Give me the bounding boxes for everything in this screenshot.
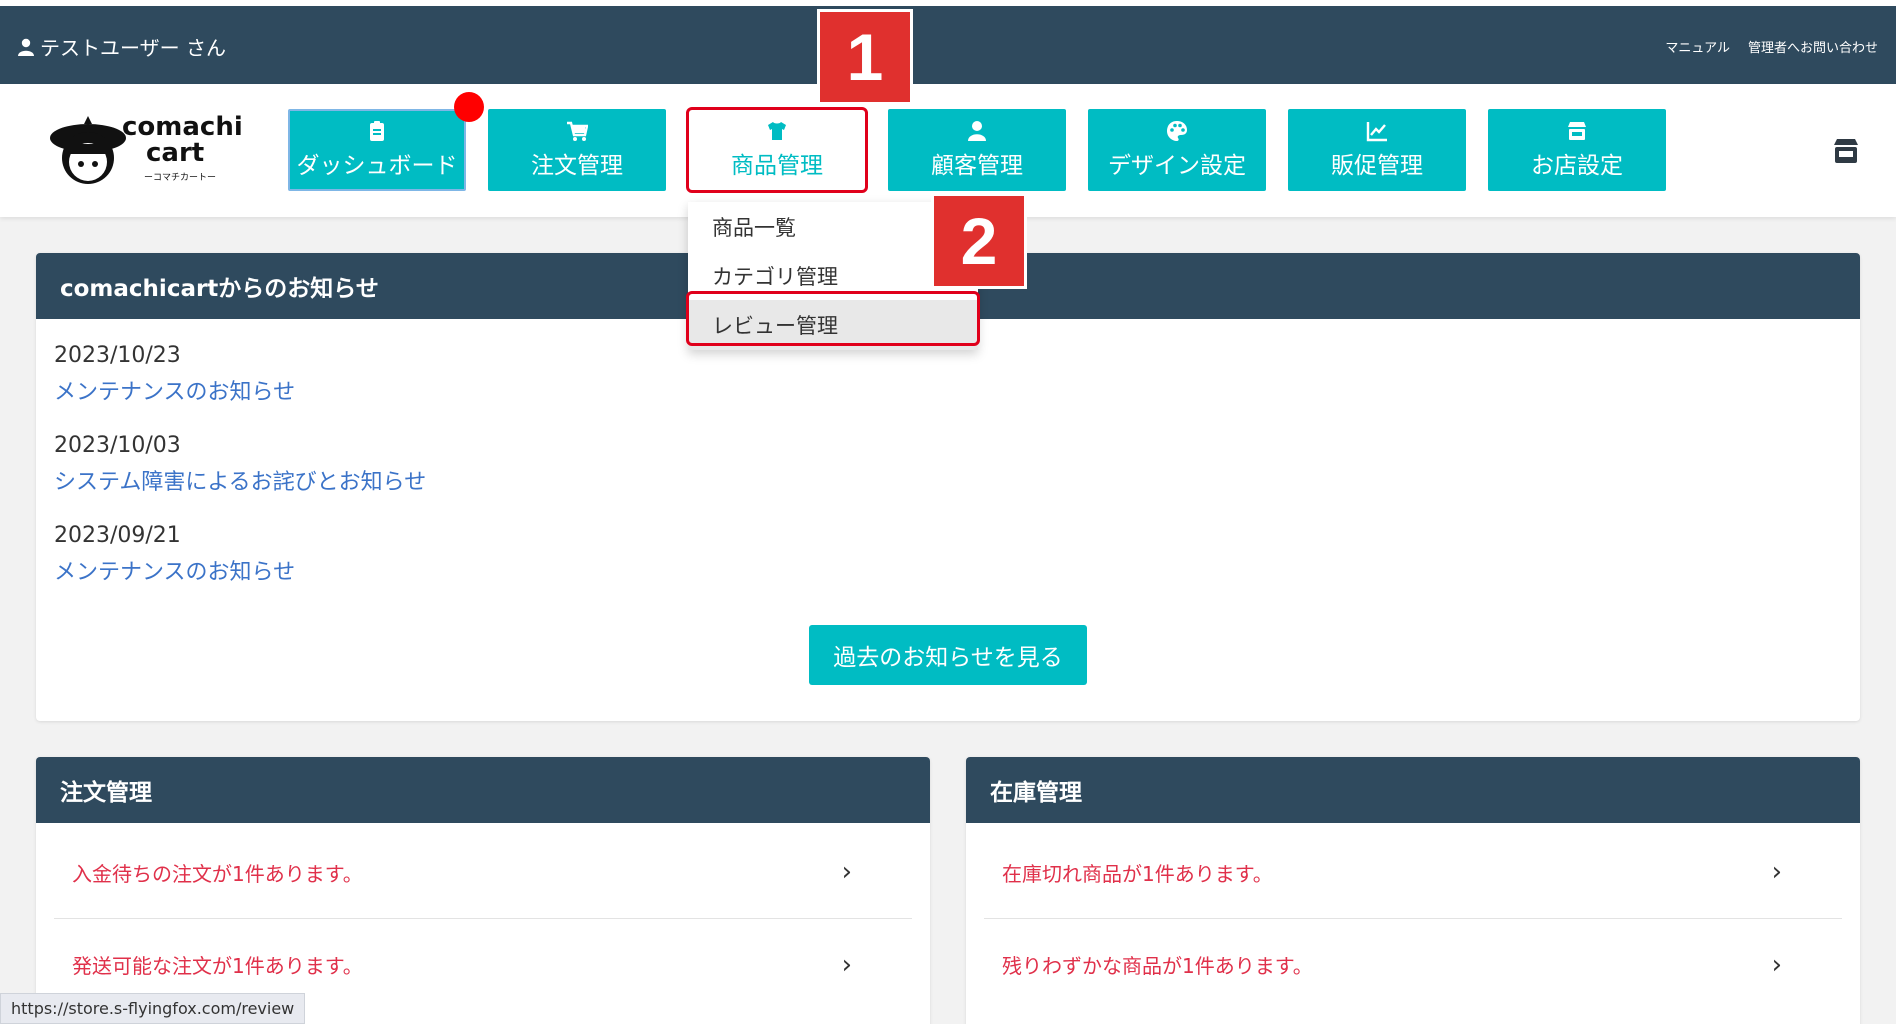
highlight-review xyxy=(686,291,980,346)
stock-row-out-of-stock[interactable]: 在庫切れ商品が1件あります。 › xyxy=(984,826,1842,918)
orders-row-awaiting-payment[interactable]: 入金待ちの注文が1件あります。 › xyxy=(54,826,912,918)
row-text: 発送可能な注文が1件あります。 xyxy=(72,954,363,978)
row-text: 残りわずかな商品が1件あります。 xyxy=(1002,954,1313,978)
orders-title: 注文管理 xyxy=(36,757,930,823)
nav-customers[interactable]: 顧客管理 xyxy=(888,109,1066,191)
notice-item: 2023/10/03 システム障害によるお詫びとお知らせ xyxy=(54,433,426,496)
row-text: 在庫切れ商品が1件あります。 xyxy=(1002,861,1273,886)
nav-dashboard-label: ダッシュボード xyxy=(296,153,458,179)
chevron-right-icon: › xyxy=(841,949,852,980)
store-icon[interactable] xyxy=(1832,137,1860,165)
past-notices-button[interactable]: 過去のお知らせを見る xyxy=(809,625,1087,685)
notice-date: 2023/10/23 xyxy=(54,343,181,368)
user-name: テストユーザー さん xyxy=(40,36,226,60)
chevron-right-icon: › xyxy=(1771,857,1782,887)
chevron-right-icon: › xyxy=(841,857,852,887)
status-url: https://store.s-flyingfox.com/review xyxy=(0,993,306,1024)
cart-icon xyxy=(567,121,588,141)
nav-orders-label: 注文管理 xyxy=(531,153,623,179)
person-icon xyxy=(968,121,986,141)
notice-link[interactable]: システム障害によるお詫びとお知らせ xyxy=(54,464,426,496)
nav-shop-settings[interactable]: お店設定 xyxy=(1488,109,1666,191)
chevron-right-icon: › xyxy=(1771,949,1782,980)
stock-card: 在庫管理 在庫切れ商品が1件あります。 › 残りわずかな商品が1件あります。 › xyxy=(966,757,1860,1024)
contact-admin-link[interactable]: 管理者へお問い合わせ xyxy=(1748,37,1878,56)
notice-item: 2023/10/23 メンテナンスのお知らせ xyxy=(54,343,295,406)
logo-text-2: cart xyxy=(146,138,205,168)
row-text: 入金待ちの注文が1件あります。 xyxy=(72,861,363,886)
manual-link[interactable]: マニュアル xyxy=(1665,37,1730,56)
store-icon xyxy=(1568,122,1586,140)
chart-line-icon xyxy=(1366,122,1387,142)
logo-face-icon xyxy=(50,116,126,184)
highlight-products xyxy=(686,107,868,193)
notice-date: 2023/09/21 xyxy=(54,523,181,548)
step-badge-1: 1 xyxy=(817,9,913,105)
notice-date: 2023/10/03 xyxy=(54,433,181,458)
step-badge-2: 2 xyxy=(931,193,1027,289)
nav-orders[interactable]: 注文管理 xyxy=(488,109,666,191)
top-bar: テストユーザー さん マニュアル 管理者へお問い合わせ xyxy=(0,6,1896,84)
logo-subtext: ーコマチカートー xyxy=(144,173,217,183)
notice-link[interactable]: メンテナンスのお知らせ xyxy=(54,374,295,406)
clipboard-icon xyxy=(370,121,384,141)
nav-design-label: デザイン設定 xyxy=(1108,153,1246,179)
orders-card: 注文管理 入金待ちの注文が1件あります。 › 発送可能な注文が1件あります。 › xyxy=(36,757,930,1024)
user-icon xyxy=(18,38,34,56)
nav-dashboard[interactable]: ダッシュボード xyxy=(288,109,466,191)
nav-promotion-label: 販促管理 xyxy=(1331,153,1423,179)
nav-design[interactable]: デザイン設定 xyxy=(1088,109,1266,191)
notification-dot xyxy=(454,92,484,122)
palette-icon xyxy=(1167,121,1187,141)
nav-customers-label: 顧客管理 xyxy=(931,153,1023,179)
notice-item: 2023/09/21 メンテナンスのお知らせ xyxy=(54,523,295,586)
stock-row-low-stock[interactable]: 残りわずかな商品が1件あります。 › xyxy=(984,918,1842,1010)
user-menu[interactable]: テストユーザー さん xyxy=(18,32,226,61)
comachicart-logo[interactable]: comachi cart ーコマチカートー xyxy=(48,110,243,190)
notice-link[interactable]: メンテナンスのお知らせ xyxy=(54,554,295,586)
stock-title: 在庫管理 xyxy=(966,757,1860,823)
nav-promotion[interactable]: 販促管理 xyxy=(1288,109,1466,191)
nav-shop-settings-label: お店設定 xyxy=(1531,153,1623,179)
